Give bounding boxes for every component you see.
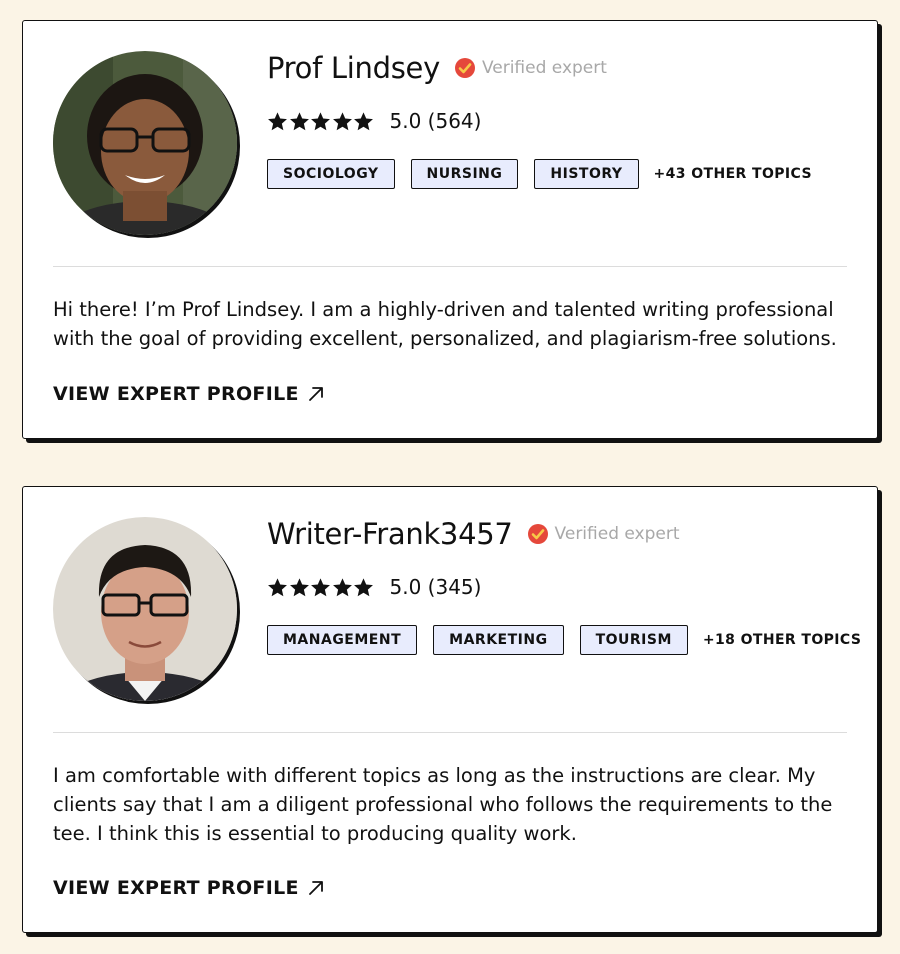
link-label: VIEW EXPERT PROFILE [53,877,299,899]
topic-tags: MANAGEMENT MARKETING TOURISM +18 OTHER T… [267,625,861,655]
verified-check-icon [527,523,549,545]
star-icon [311,111,330,130]
divider [53,732,847,733]
star-rating [267,577,375,598]
verified-label: Verified expert [481,58,607,78]
topic-tag[interactable]: HISTORY [534,159,639,189]
arrow-up-right-icon [308,387,323,401]
star-icon [268,577,287,596]
topic-tag[interactable]: SOCIOLOGY [267,159,395,189]
star-icon [354,577,373,596]
topic-tag[interactable]: TOURISM [579,625,688,655]
expert-bio: I am comfortable with different topics a… [53,764,833,845]
expert-name: Prof Lindsey [267,51,440,85]
other-topics-count: +18 OTHER TOPICS [702,632,862,648]
view-expert-profile-link[interactable]: VIEW EXPERT PROFILE [53,383,325,405]
arrow-up-right-icon [308,881,323,895]
star-icon [289,111,309,130]
expert-avatar [53,517,237,701]
star-icon [354,111,373,130]
star-icon [332,577,352,596]
divider [53,266,847,267]
rating: 5.0 (564) [267,109,481,133]
topic-tag[interactable]: MANAGEMENT [267,625,418,655]
rating-text: 5.0 (564) [389,109,482,133]
other-topics-count: +43 OTHER TOPICS [653,166,812,182]
rating: 5.0 (345) [267,575,481,599]
topic-tag[interactable]: MARKETING [433,625,564,655]
star-icon [311,577,330,596]
expert-card: Writer-Frank3457 Verified expert 5.0 (34… [22,486,878,933]
rating-text: 5.0 (345) [389,575,482,599]
verified-label: Verified expert [554,524,680,544]
expert-name: Writer-Frank3457 [267,517,513,551]
star-icon [332,111,352,130]
star-rating [267,111,375,132]
expert-avatar [53,51,237,235]
view-expert-profile-link[interactable]: VIEW EXPERT PROFILE [53,877,325,899]
verified-check-icon [454,57,476,79]
topic-tags: SOCIOLOGY NURSING HISTORY +43 OTHER TOPI… [267,159,812,189]
expert-bio: Hi there! I’m Prof Lindsey. I am a highl… [53,298,837,350]
topic-tag[interactable]: NURSING [410,159,519,189]
link-label: VIEW EXPERT PROFILE [53,383,299,405]
expert-card: Prof Lindsey Verified expert 5.0 (564) S… [22,20,878,439]
star-icon [268,111,287,130]
star-icon [289,577,309,596]
